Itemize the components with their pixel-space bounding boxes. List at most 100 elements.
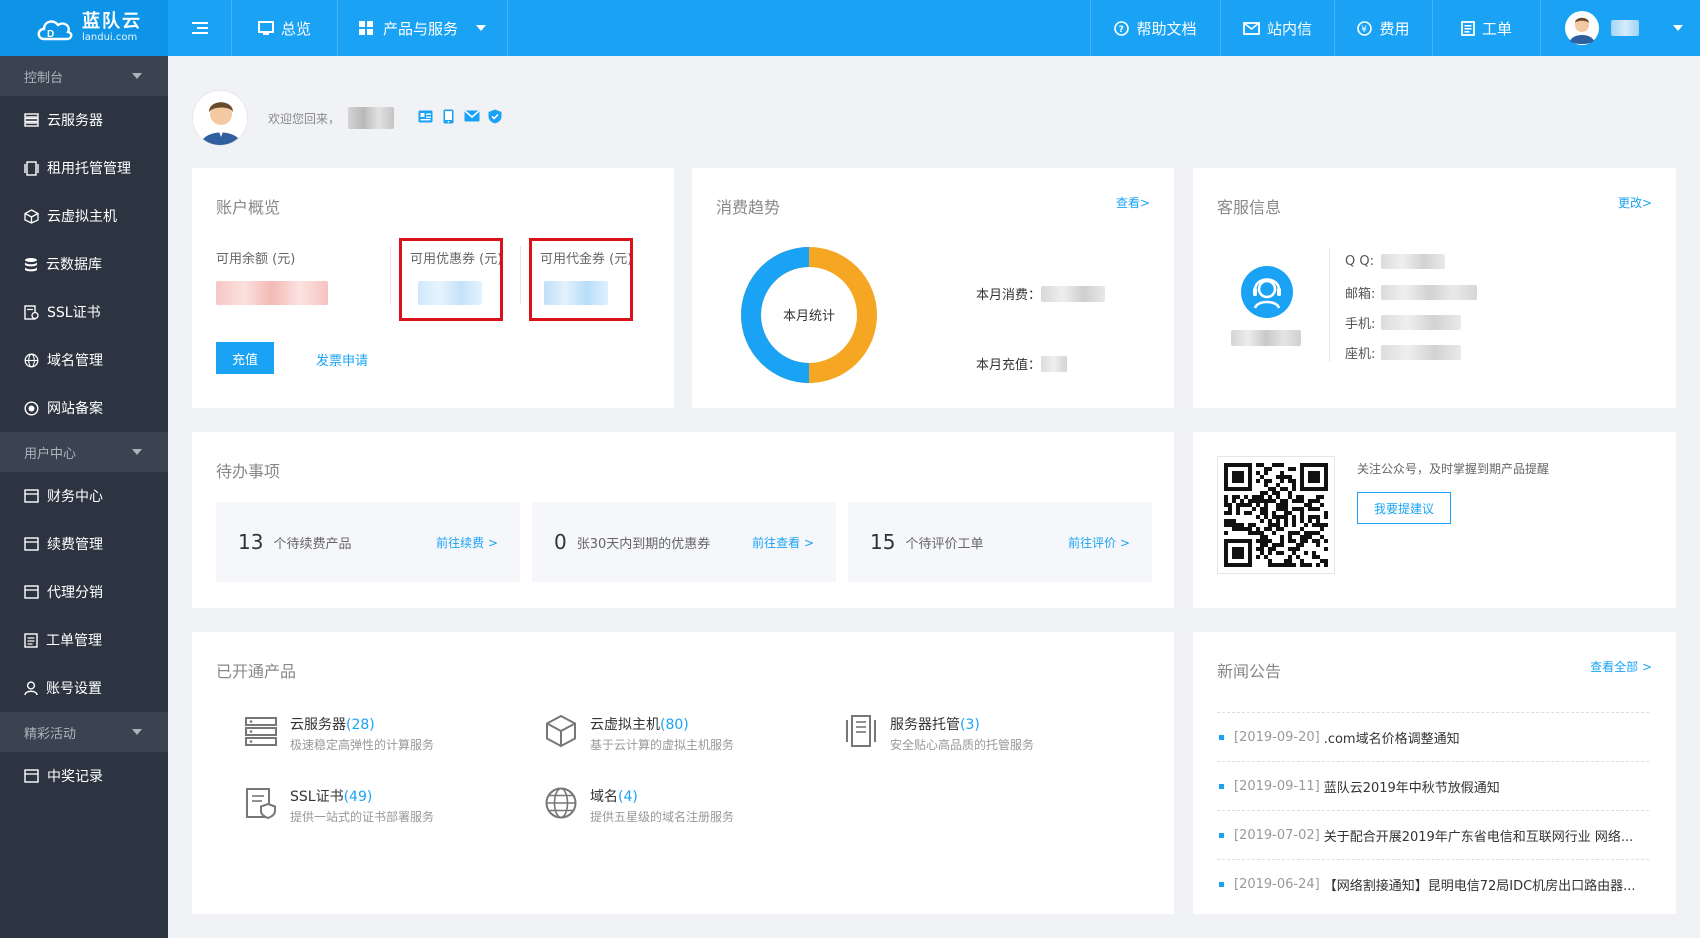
sidebar-item-hosting[interactable]: 租用托管管理	[0, 144, 168, 192]
balance-value-redacted	[216, 281, 328, 305]
product-name: 云虚拟主机(80)	[590, 717, 689, 733]
sidebar-group-user-center[interactable]: 用户中心	[0, 432, 168, 472]
qr-code-icon	[1224, 463, 1328, 567]
sidebar-item-account[interactable]: 账号设置	[0, 664, 168, 712]
sidebar-item-virtual-host[interactable]: 云虚拟主机	[0, 192, 168, 240]
chevron-down-icon	[476, 25, 486, 31]
sidebar-item-icp[interactable]: 网站备案	[0, 384, 168, 432]
server-icon	[245, 717, 277, 746]
news-all-link[interactable]: 查看全部 >	[1590, 658, 1652, 675]
user-menu[interactable]	[1540, 0, 1700, 56]
help-icon: ?	[1114, 20, 1130, 36]
customer-service-card: 客服信息 更改> Q Q: 邮箱: 手机: 座机:	[1193, 168, 1676, 408]
service-landline-row: 座机:	[1345, 343, 1461, 362]
sidebar-item-finance[interactable]: 财务中心	[0, 472, 168, 520]
service-landline-label: 座机:	[1345, 347, 1376, 362]
cube-icon	[546, 714, 576, 748]
rack-icon	[846, 715, 876, 747]
invoice-link[interactable]: 发票申请	[316, 350, 368, 369]
month-recharge-label: 本月充值：	[976, 358, 1042, 373]
bullet-icon	[1219, 833, 1224, 838]
welcome-bar: 欢迎您回来，	[192, 88, 692, 148]
product-domain[interactable]: 域名(4) 提供五星级的域名注册服务	[544, 786, 734, 825]
prize-icon	[24, 769, 39, 783]
nav-tickets-label: 工单	[1481, 19, 1512, 38]
sidebar-item-cloud-server[interactable]: 云服务器	[0, 96, 168, 144]
wechat-card: 关注公众号，及时掌握到期产品提醒 我要提建议	[1193, 432, 1676, 608]
wechat-text: 关注公众号，及时掌握到期产品提醒	[1357, 462, 1550, 476]
agent-name-redacted	[1231, 330, 1301, 346]
todo-count: 0	[554, 530, 567, 554]
monitor-icon	[257, 20, 274, 35]
product-ssl[interactable]: SSL证书(49) 提供一站式的证书部署服务	[244, 786, 434, 825]
renewal-icon	[24, 537, 39, 551]
nav-tickets[interactable]: 工单	[1432, 0, 1540, 56]
news-item[interactable]: [2019-06-24] 【网络割接通知】昆明电信72局IDC机房出口路由器...	[1217, 859, 1649, 909]
bullet-icon	[1219, 784, 1224, 789]
todo-text: 个待续费产品	[273, 536, 352, 552]
news-item[interactable]: [2019-09-20] .com域名价格调整通知	[1217, 712, 1649, 762]
service-email-row: 邮箱:	[1345, 283, 1477, 302]
highlight-box-voucher	[529, 238, 633, 321]
security-shield-icon[interactable]	[488, 109, 502, 128]
product-cloud-server[interactable]: 云服务器(28) 极速稳定高弹性的计算服务	[244, 714, 434, 753]
verify-phone-icon[interactable]	[443, 109, 454, 128]
news-item[interactable]: [2019-07-02] 关于配合开展2019年广东省电信和互联网行业 网络...	[1217, 810, 1649, 860]
sidebar-item-agency[interactable]: 代理分销	[0, 568, 168, 616]
cube-icon	[24, 208, 39, 224]
sidebar-item-domain[interactable]: 域名管理	[0, 336, 168, 384]
brand-logo[interactable]: D 蓝队云 landui.com	[0, 0, 168, 56]
trend-title: 消费趋势	[716, 198, 781, 217]
service-qq-row: Q Q:	[1345, 254, 1445, 269]
user-avatar-icon	[193, 91, 247, 145]
certificate-icon	[246, 788, 276, 820]
service-change-link[interactable]: 更改>	[1618, 194, 1652, 211]
news-card: 新闻公告 查看全部 > [2019-09-20] .com域名价格调整通知 [20…	[1193, 632, 1676, 914]
sidebar-group-events[interactable]: 精彩活动	[0, 712, 168, 752]
sidebar-item-tickets[interactable]: 工单管理	[0, 616, 168, 664]
nav-help[interactable]: ? 帮助文档	[1090, 0, 1220, 56]
todo-item-renew: 13 个待续费产品 前往续费 >	[216, 502, 520, 582]
products-card: 已开通产品 云服务器(28) 极速稳定高弹性的计算服务 云虚拟主机(80) 基于…	[192, 632, 1174, 914]
nav-overview-label: 总览	[280, 19, 311, 38]
username-redacted	[1611, 20, 1639, 36]
month-recharge-row: 本月充值：	[976, 354, 1068, 373]
service-title: 客服信息	[1217, 198, 1282, 217]
sidebar-item-prizes[interactable]: 中奖记录	[0, 752, 168, 800]
product-virtual-host[interactable]: 云虚拟主机(80) 基于云计算的虚拟主机服务	[544, 714, 734, 753]
suggestion-button[interactable]: 我要提建议	[1357, 492, 1451, 524]
account-overview-card: 账户概览 可用余额 (元) 可用优惠券 (元) 可用代金券 (元) 充值 发票申…	[192, 168, 674, 408]
service-qq-label: Q Q:	[1345, 254, 1374, 269]
todo-link-coupons[interactable]: 前往查看 >	[752, 534, 814, 551]
svg-text:?: ?	[1119, 25, 1124, 35]
nav-overview[interactable]: 总览	[232, 0, 338, 56]
yen-icon: ¥	[1357, 20, 1373, 36]
month-spend-label: 本月消费：	[976, 288, 1042, 303]
news-item[interactable]: [2019-09-11] 蓝队云2019年中秋节放假通知	[1217, 761, 1649, 811]
monthly-donut-chart: 本月统计	[741, 247, 877, 383]
sidebar-item-renewal[interactable]: 续费管理	[0, 520, 168, 568]
service-phone-redacted	[1381, 315, 1461, 330]
todo-item-tickets: 15 个待评价工单 前往评价 >	[848, 502, 1152, 582]
recharge-button[interactable]: 充值	[216, 342, 274, 374]
sidebar-item-ssl[interactable]: SSL证书	[0, 288, 168, 336]
product-server-hosting[interactable]: 服务器托管(3) 安全贴心高品质的托管服务	[844, 714, 1034, 753]
sidebar-group-console[interactable]: 控制台	[0, 56, 168, 96]
service-email-label: 邮箱:	[1345, 287, 1376, 302]
verify-email-icon[interactable]	[464, 110, 480, 126]
sidebar-item-database[interactable]: 云数据库	[0, 240, 168, 288]
news-title: 新闻公告	[1217, 662, 1282, 681]
menu-toggle-button[interactable]	[168, 0, 232, 56]
verify-id-icon[interactable]	[418, 110, 433, 127]
todo-link-renew[interactable]: 前往续费 >	[436, 534, 498, 551]
avatar[interactable]	[192, 90, 248, 146]
todo-text: 个待评价工单	[905, 536, 984, 552]
caret-down-icon	[132, 73, 142, 79]
nav-fees[interactable]: ¥ 费用	[1334, 0, 1432, 56]
service-phone-label: 手机:	[1345, 317, 1376, 332]
todo-link-tickets[interactable]: 前往评价 >	[1068, 534, 1130, 551]
todo-count: 15	[870, 530, 896, 554]
nav-products[interactable]: 产品与服务	[338, 0, 508, 56]
trend-view-link[interactable]: 查看>	[1116, 194, 1150, 211]
nav-messages[interactable]: 站内信	[1220, 0, 1334, 56]
